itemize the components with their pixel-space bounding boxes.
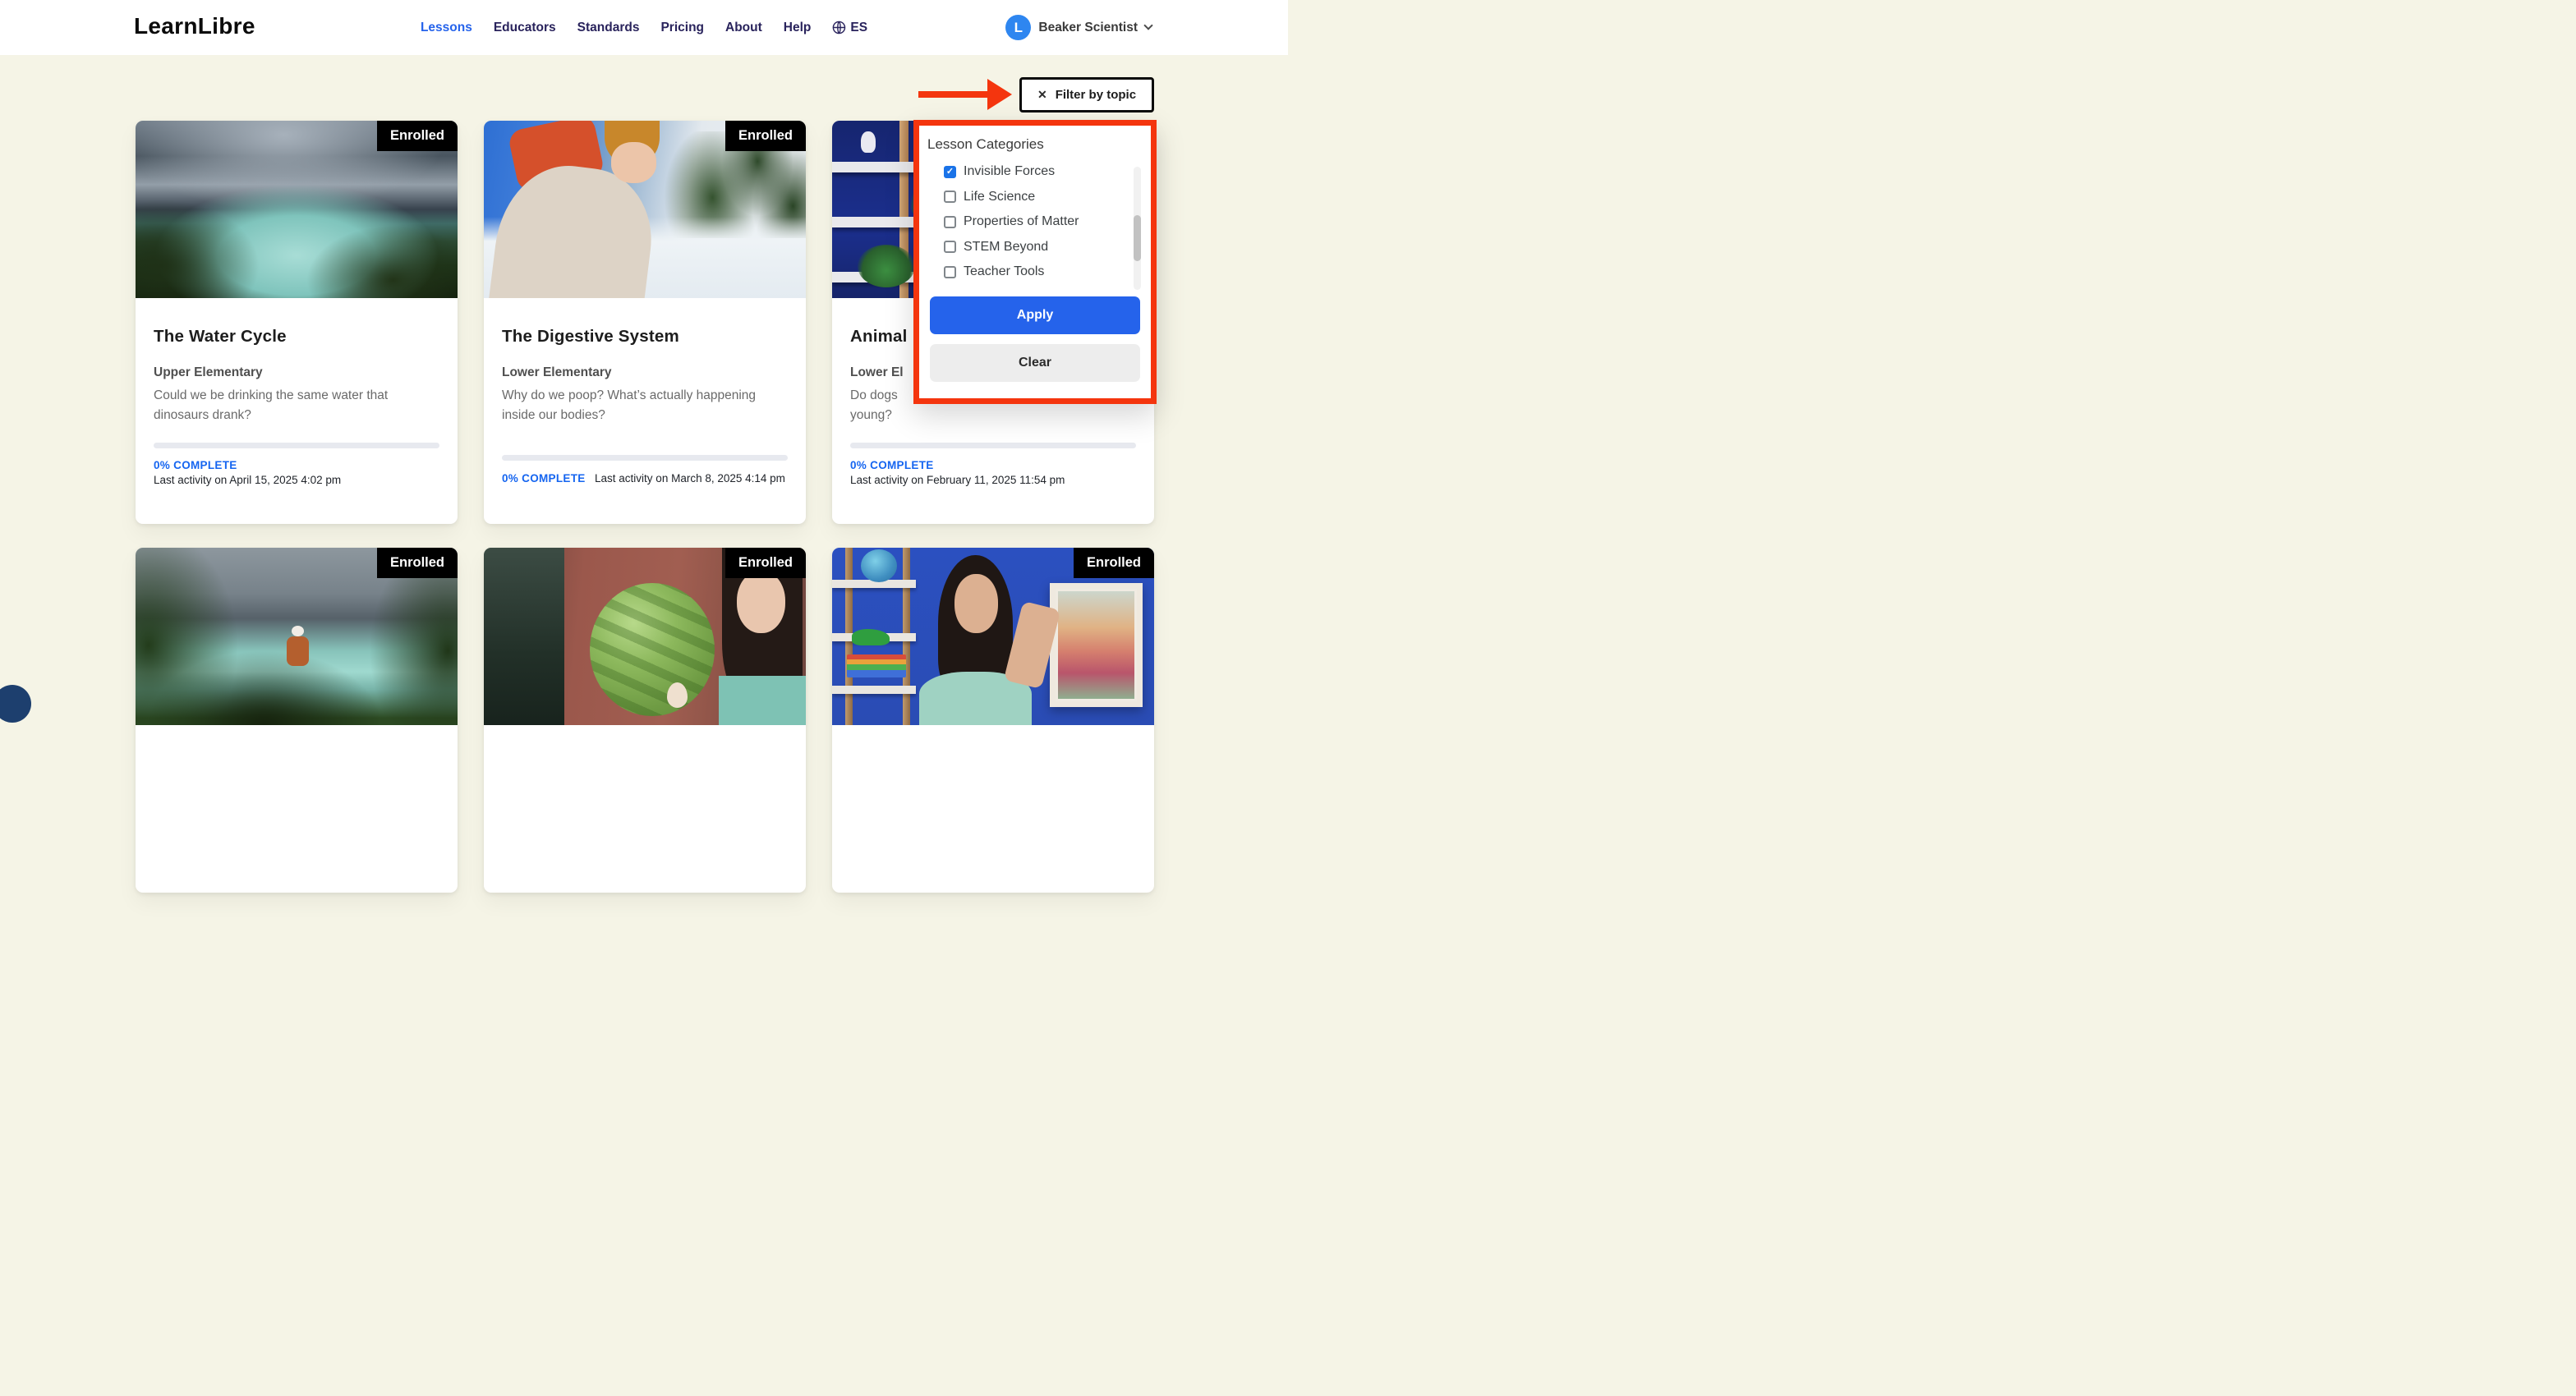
- lesson-thumbnail-mountain-lake: Enrolled: [136, 548, 458, 725]
- nav-lessons[interactable]: Lessons: [421, 21, 472, 35]
- progress-meta: 0% COMPLETE Last activity on March 8, 20…: [502, 455, 788, 486]
- filter-button-label: Filter by topic: [1055, 88, 1137, 102]
- lesson-thumbnail-lake: Enrolled: [136, 121, 458, 298]
- user-name: Beaker Scientist: [1038, 20, 1138, 34]
- panel-scrollbar-track[interactable]: [1134, 167, 1141, 290]
- user-menu[interactable]: L Beaker Scientist: [1005, 0, 1153, 55]
- avatar: L: [1005, 15, 1032, 40]
- nav-help[interactable]: Help: [784, 21, 812, 35]
- main-nav: Lessons Educators Standards Pricing Abou…: [421, 0, 867, 55]
- annotation-arrow-line: [918, 91, 989, 98]
- thumbnail-face: [736, 571, 785, 633]
- checkbox-unchecked-icon[interactable]: [944, 215, 956, 228]
- progress-meta: 0% COMPLETE Last activity on April 15, 2…: [154, 443, 439, 486]
- grade-level: Upper Elementary: [154, 365, 263, 379]
- thumbnail-face: [954, 574, 998, 633]
- lesson-thumbnail-snow-selfie: Enrolled: [484, 121, 806, 298]
- filter-panel: Lesson Categories ✓ Invisible Forces Lif…: [913, 120, 1157, 404]
- lesson-description: Could we be drinking the same water that…: [154, 388, 389, 422]
- category-label: STEM Beyond: [964, 239, 1049, 254]
- category-label: Life Science: [964, 189, 1036, 204]
- progress-label: 0% COMPLETE: [154, 459, 237, 471]
- checkbox-unchecked-icon[interactable]: [944, 191, 956, 204]
- lesson-description: Why do we poop? What’s actually happenin…: [502, 388, 757, 422]
- lesson-card[interactable]: Enrolled: [484, 548, 806, 893]
- nav-standards[interactable]: Standards: [577, 21, 640, 35]
- enrolled-badge: Enrolled: [1073, 548, 1154, 578]
- grade-level: Lower Elementary: [502, 365, 612, 379]
- category-option-properties-of-matter[interactable]: Properties of Matter: [944, 209, 1121, 235]
- lesson-thumbnail-magnet-demo: Enrolled: [832, 548, 1154, 725]
- logo[interactable]: LearnLibre: [134, 13, 255, 39]
- lesson-card-digestive-system[interactable]: Enrolled The Digestive System Lower Elem…: [484, 121, 806, 524]
- language-label: ES: [850, 20, 868, 34]
- globe-icon: [832, 21, 846, 34]
- description-line: young?: [850, 408, 892, 422]
- lesson-title: The Digestive System: [502, 327, 679, 346]
- thumbnail-shirt: [719, 675, 806, 725]
- thumbnail-books: [846, 654, 906, 677]
- chevron-down-icon: [1143, 21, 1153, 30]
- lesson-grid-row-2: Enrolled Enrolled Enrolled: [136, 548, 1154, 893]
- nav-educators[interactable]: Educators: [494, 21, 556, 35]
- enrolled-badge: Enrolled: [724, 548, 806, 578]
- annotation-arrow-head: [987, 79, 1012, 110]
- checkbox-unchecked-icon[interactable]: [944, 265, 956, 278]
- category-label: Properties of Matter: [964, 214, 1079, 229]
- enrolled-badge: Enrolled: [376, 121, 458, 151]
- checkbox-unchecked-icon[interactable]: [944, 241, 956, 254]
- thumbnail-painting-art: [1057, 591, 1135, 700]
- lesson-card[interactable]: Enrolled: [832, 548, 1154, 893]
- enrolled-badge: Enrolled: [724, 121, 806, 151]
- progress-bar: [154, 443, 439, 448]
- thumbnail-face: [610, 141, 656, 183]
- close-icon: ✕: [1037, 88, 1047, 101]
- card-body: The Water Cycle Upper Elementary Could w…: [136, 327, 458, 486]
- lesson-card[interactable]: Enrolled: [136, 548, 458, 893]
- thumbnail-watermelon: [590, 583, 715, 717]
- category-option-stem-beyond[interactable]: STEM Beyond: [944, 235, 1121, 260]
- card-body: The Digestive System Lower Elementary Wh…: [484, 327, 806, 484]
- apply-button[interactable]: Apply: [930, 296, 1140, 334]
- filter-panel-title: Lesson Categories: [927, 136, 1044, 152]
- thumbnail-hiker-jacket: [287, 636, 310, 666]
- nav-pricing[interactable]: Pricing: [660, 21, 704, 35]
- progress-label: 0% COMPLETE: [502, 472, 586, 484]
- category-option-invisible-forces[interactable]: ✓ Invisible Forces: [944, 159, 1121, 185]
- category-label: Teacher Tools: [964, 264, 1045, 279]
- thumbnail-shelf-board: [832, 686, 916, 695]
- progress-bar: [850, 443, 1136, 448]
- progress-meta: 0% COMPLETE Last activity on February 11…: [850, 443, 1136, 486]
- nav-about[interactable]: About: [725, 21, 762, 35]
- top-nav-bar: LearnLibre Lessons Educators Standards P…: [0, 0, 1288, 55]
- thumbnail-globe: [861, 549, 898, 583]
- thumbnail-window: [484, 548, 564, 725]
- thumbnail-egg: [667, 682, 688, 709]
- category-option-teacher-tools[interactable]: Teacher Tools: [944, 259, 1121, 285]
- last-activity: Last activity on April 15, 2025 4:02 pm: [154, 474, 342, 486]
- thumbnail-dinosaur-toy: [851, 629, 890, 646]
- filter-by-topic-button[interactable]: ✕ Filter by topic: [1019, 77, 1154, 113]
- last-activity: Last activity on February 11, 2025 11:54…: [850, 474, 1065, 486]
- lesson-thumbnail-watermelon: Enrolled: [484, 548, 806, 725]
- category-option-life-science[interactable]: Life Science: [944, 185, 1121, 210]
- category-label: Invisible Forces: [964, 164, 1056, 179]
- thumbnail-astronaut-figure: [861, 131, 876, 153]
- panel-scrollbar-thumb[interactable]: [1134, 215, 1141, 261]
- progress-bar: [502, 455, 788, 461]
- corner-widget[interactable]: [0, 685, 31, 723]
- clear-button[interactable]: Clear: [930, 343, 1140, 382]
- language-switcher[interactable]: ES: [832, 21, 867, 35]
- category-list: ✓ Invisible Forces Life Science Properti…: [944, 159, 1151, 285]
- checkbox-checked-icon[interactable]: ✓: [944, 165, 956, 178]
- thumbnail-painting: [1049, 583, 1143, 708]
- enrolled-badge: Enrolled: [376, 548, 458, 578]
- lesson-title: The Water Cycle: [154, 327, 287, 346]
- thumbnail-hiker-beanie: [292, 626, 305, 637]
- lesson-card-water-cycle[interactable]: Enrolled The Water Cycle Upper Elementar…: [136, 121, 458, 524]
- progress-label: 0% COMPLETE: [850, 459, 934, 471]
- last-activity: Last activity on March 8, 2025 4:14 pm: [595, 472, 785, 484]
